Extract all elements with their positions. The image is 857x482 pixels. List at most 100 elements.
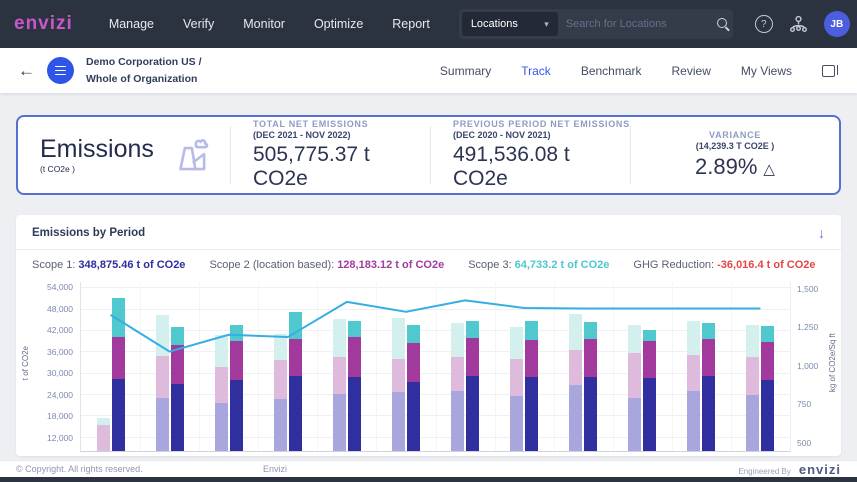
bar-group bbox=[317, 282, 376, 451]
y-tick-left: 18,000 bbox=[47, 411, 73, 421]
hamburger-menu-button[interactable] bbox=[47, 57, 74, 84]
bar-segment bbox=[643, 341, 656, 378]
bar-segment bbox=[702, 376, 715, 451]
bar-segment bbox=[274, 360, 287, 399]
legend-item-scope3[interactable]: Scope 3:64,733.2 t of CO2e bbox=[468, 259, 609, 271]
navbar-icons: ? JB bbox=[755, 11, 850, 37]
bar-segment bbox=[171, 327, 184, 346]
factory-icon bbox=[170, 134, 212, 176]
bar-current-period bbox=[230, 282, 243, 451]
bar-segment bbox=[761, 342, 774, 380]
main-menu: Manage Verify Monitor Optimize Report bbox=[109, 17, 459, 31]
metric-label: VARIANCE bbox=[631, 130, 839, 140]
y-axis-left-ticks: 54,00048,00042,00036,00030,00024,00018,0… bbox=[34, 282, 80, 452]
search-cluster: Locations ▾ bbox=[459, 9, 733, 39]
legend-value: -36,016.4 t of CO2e bbox=[717, 259, 815, 271]
legend-item-scope2[interactable]: Scope 2 (location based):128,183.12 t of… bbox=[209, 259, 444, 271]
tab-my-views[interactable]: My Views bbox=[741, 64, 792, 78]
avatar[interactable]: JB bbox=[824, 11, 850, 37]
y-tick-right: 750 bbox=[797, 399, 811, 409]
bar-segment bbox=[525, 321, 538, 340]
tab-track[interactable]: Track bbox=[521, 64, 551, 78]
search-icon[interactable] bbox=[716, 17, 730, 31]
tab-review[interactable]: Review bbox=[672, 64, 711, 78]
bar-previous-period bbox=[569, 282, 582, 451]
nav-item-verify[interactable]: Verify bbox=[183, 17, 214, 31]
bar-current-period bbox=[289, 282, 302, 451]
y-axis-right-ticks: 1,5001,2501,000750500 bbox=[791, 282, 823, 452]
bar-current-period bbox=[171, 282, 184, 451]
bar-segment bbox=[215, 367, 228, 403]
y-tick-left: 48,000 bbox=[47, 304, 73, 314]
legend-item-scope1[interactable]: Scope 1:348,875.46 t of CO2e bbox=[32, 259, 185, 271]
bar-previous-period bbox=[97, 282, 110, 451]
bar-segment bbox=[628, 398, 641, 451]
metric-total-net-emissions: TOTAL NET EMISSIONS (DEC 2021 - NOV 2022… bbox=[231, 119, 430, 191]
subheader: ← Demo Corporation US / Whole of Organiz… bbox=[0, 48, 857, 93]
bar-segment bbox=[392, 359, 405, 393]
bar-segment bbox=[97, 425, 110, 451]
variance-up-icon: △ bbox=[763, 161, 775, 178]
bar-segment bbox=[466, 376, 479, 451]
bar-group bbox=[376, 282, 435, 451]
bar-segment bbox=[289, 339, 302, 376]
breadcrumb: Demo Corporation US / Whole of Organizat… bbox=[86, 54, 202, 87]
bar-segment bbox=[702, 339, 715, 376]
envizi-logo: envizi bbox=[14, 13, 73, 35]
bar-segment bbox=[569, 385, 582, 451]
bar-segment bbox=[171, 384, 184, 451]
back-icon[interactable]: ← bbox=[18, 61, 35, 81]
y-tick-left: 42,000 bbox=[47, 325, 73, 335]
legend-label: Scope 1: bbox=[32, 259, 75, 271]
nav-item-optimize[interactable]: Optimize bbox=[314, 17, 363, 31]
breadcrumb-org[interactable]: Demo Corporation US / bbox=[86, 54, 202, 70]
locations-dropdown[interactable]: Locations ▾ bbox=[462, 12, 558, 36]
bar-previous-period bbox=[687, 282, 700, 451]
nav-item-monitor[interactable]: Monitor bbox=[243, 17, 285, 31]
bar-segment bbox=[584, 339, 597, 377]
bar-previous-period bbox=[628, 282, 641, 451]
metric-label: TOTAL NET EMISSIONS bbox=[253, 119, 430, 129]
legend-item-ghg-reduction[interactable]: GHG Reduction:-36,016.4 t of CO2e bbox=[633, 259, 815, 271]
bar-segment bbox=[628, 325, 641, 353]
panel-toggle-icon[interactable] bbox=[822, 65, 839, 77]
bar-segment bbox=[584, 322, 597, 338]
bar-segment bbox=[230, 325, 243, 341]
nav-item-manage[interactable]: Manage bbox=[109, 17, 154, 31]
bar-segment bbox=[510, 396, 523, 451]
y-tick-left: 12,000 bbox=[47, 433, 73, 443]
bar-current-period bbox=[525, 282, 538, 451]
legend-value: 348,875.46 t of CO2e bbox=[78, 259, 185, 271]
bar-segment bbox=[761, 380, 774, 451]
bar-segment bbox=[466, 321, 479, 338]
bar-segment bbox=[156, 315, 169, 356]
bar-segment bbox=[215, 403, 228, 451]
footer-engineered-by: Engineered By envizi bbox=[738, 462, 841, 477]
hierarchy-icon[interactable] bbox=[789, 15, 808, 33]
chart-header: Emissions by Period ↓ bbox=[16, 215, 841, 250]
bar-segment bbox=[510, 327, 523, 360]
bar-segment bbox=[702, 323, 715, 339]
help-icon[interactable]: ? bbox=[755, 15, 773, 33]
bar-segment bbox=[112, 298, 125, 337]
metric-variance: VARIANCE (14,239.3 T CO2E ) 2.89%△ bbox=[631, 130, 839, 180]
bar-segment bbox=[569, 350, 582, 386]
bar-current-period bbox=[466, 282, 479, 451]
bar-segment bbox=[451, 323, 464, 358]
bar-previous-period bbox=[156, 282, 169, 451]
tab-benchmark[interactable]: Benchmark bbox=[581, 64, 642, 78]
y-tick-left: 24,000 bbox=[47, 390, 73, 400]
metric-value: 505,775.37 t CO2e bbox=[253, 143, 430, 191]
summary-unit: (t CO2e ) bbox=[40, 164, 154, 174]
y-tick-right: 1,000 bbox=[797, 361, 818, 371]
bar-segment bbox=[687, 391, 700, 451]
nav-item-report[interactable]: Report bbox=[392, 17, 430, 31]
tab-summary[interactable]: Summary bbox=[440, 64, 491, 78]
breadcrumb-group[interactable]: Whole of Organization bbox=[86, 71, 202, 87]
legend-label: GHG Reduction: bbox=[633, 259, 714, 271]
download-icon[interactable]: ↓ bbox=[818, 226, 825, 240]
search-input[interactable] bbox=[558, 18, 716, 30]
bar-group bbox=[554, 282, 613, 451]
bar-group bbox=[495, 282, 554, 451]
bar-segment bbox=[348, 337, 361, 377]
